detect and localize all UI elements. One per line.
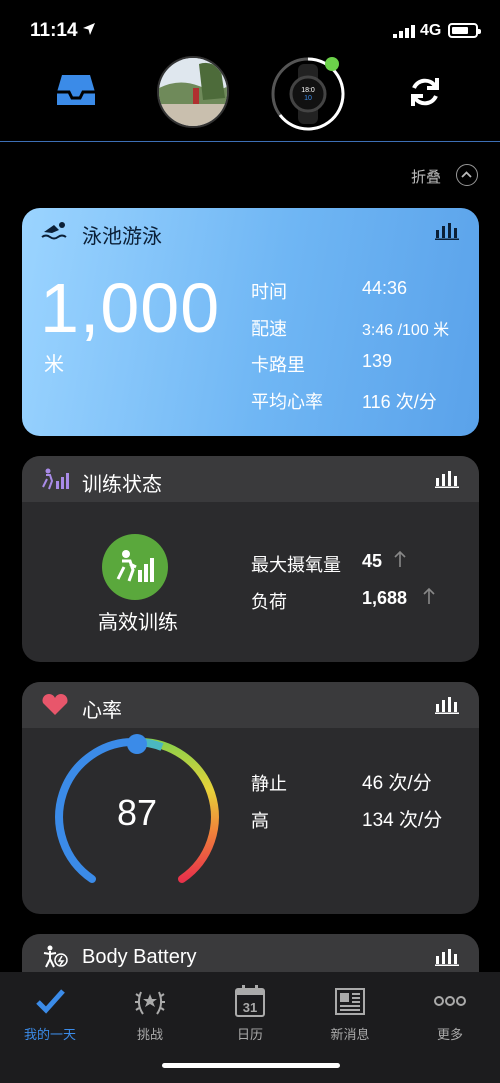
training-status-label: 高效训练 (98, 612, 178, 634)
collapse-label[interactable]: 折叠 (411, 166, 441, 187)
tab-label: 挑战 (136, 1027, 163, 1042)
swim-stat-value: 139 (362, 351, 393, 371)
training-status-card[interactable]: 训练状态 高效训练 最大摄氧量 45 负荷 1,688 (22, 456, 479, 662)
bar-chart-icon[interactable] (435, 470, 459, 488)
arrow-up-icon (394, 550, 406, 567)
svg-text:10: 10 (304, 95, 312, 102)
calendar-day: 31 (243, 1000, 257, 1015)
swim-stat-value: 3:46 /100 米 (362, 322, 450, 339)
swim-distance-unit: 米 (44, 354, 64, 376)
heart-stat-label: 高 (251, 811, 269, 831)
watch-icon: 18:0 10 (271, 57, 345, 131)
check-icon (36, 989, 65, 1014)
laurel-icon (135, 991, 165, 1015)
svg-text:18:0: 18:0 (301, 87, 315, 94)
collapse-chevron-up-icon[interactable] (456, 164, 478, 186)
calendar-icon: 31 (235, 985, 265, 1017)
productive-training-icon (116, 550, 154, 582)
tab-challenges[interactable]: 挑战 (100, 980, 200, 1042)
battery-icon (448, 23, 481, 38)
tab-news[interactable]: 新消息 (300, 980, 400, 1042)
location-arrow-icon (83, 23, 95, 35)
tab-label: 我的一天 (23, 1027, 76, 1042)
arrow-up-icon (423, 587, 435, 604)
heart-stat-value: 46 次/分 (362, 773, 432, 794)
heart-stat-value: 134 次/分 (362, 810, 443, 831)
swim-stat-label: 平均心率 (251, 392, 323, 412)
heart-card-title: 心率 (82, 700, 122, 722)
swim-distance-value: 1,000 (40, 269, 221, 347)
pool-swim-card[interactable]: 泳池游泳 1,000 米 时间 44:36 配速 3:46 /100 米 卡路里… (22, 208, 479, 436)
tab-more[interactable]: 更多 (400, 980, 500, 1042)
landscape-photo-icon (159, 58, 227, 126)
tab-label: 更多 (436, 1027, 463, 1042)
bar-chart-icon[interactable] (435, 222, 459, 240)
tab-label: 新消息 (330, 1027, 370, 1042)
sync-icon[interactable] (407, 74, 443, 110)
battery-card-title: Body Battery (82, 946, 197, 968)
tab-my-day[interactable]: 我的一天 (0, 980, 100, 1042)
current-heart-rate: 87 (116, 792, 158, 833)
swim-stat-label: 时间 (251, 282, 287, 302)
profile-photo-avatar[interactable] (157, 56, 229, 128)
tab-calendar[interactable]: 31 日历 (200, 980, 300, 1042)
swim-stat-value: 44:36 (362, 278, 408, 298)
training-stat-label: 负荷 (251, 592, 287, 612)
inbox-icon[interactable] (56, 72, 96, 108)
tab-label: 日历 (236, 1027, 263, 1042)
body-battery-icon (43, 945, 68, 968)
training-status-badge (102, 534, 168, 600)
swim-stat-label: 配速 (251, 319, 287, 339)
more-icon (434, 996, 466, 1006)
swim-card-title: 泳池游泳 (82, 226, 162, 248)
training-card-title: 训练状态 (82, 474, 162, 496)
heart-icon (42, 694, 68, 715)
network-type: 4G (420, 22, 442, 39)
bar-chart-icon[interactable] (435, 948, 459, 966)
top-navigation: 18:0 10 (0, 56, 500, 142)
watch-device[interactable]: 18:0 10 (270, 56, 346, 132)
training-runner-icon (42, 468, 69, 490)
newspaper-icon (335, 988, 365, 1015)
heart-stat-label: 静止 (251, 774, 287, 794)
status-time: 11:14 (30, 20, 78, 41)
heart-rate-card[interactable]: 心率 87 静止 46 次/分 高 134 次/分 (22, 682, 479, 914)
training-stat-value: 1,688 (362, 588, 408, 608)
swimmer-icon (41, 222, 67, 240)
swim-stat-value: 116 次/分 (362, 392, 437, 412)
training-stat-label: 最大摄氧量 (251, 555, 341, 575)
training-stat-value: 45 (362, 551, 383, 571)
status-bar: 11:14 4G (0, 0, 500, 56)
signal-icon (393, 25, 415, 38)
swim-stat-label: 卡路里 (251, 355, 305, 375)
bar-chart-icon[interactable] (435, 696, 459, 714)
home-indicator[interactable] (162, 1063, 340, 1068)
